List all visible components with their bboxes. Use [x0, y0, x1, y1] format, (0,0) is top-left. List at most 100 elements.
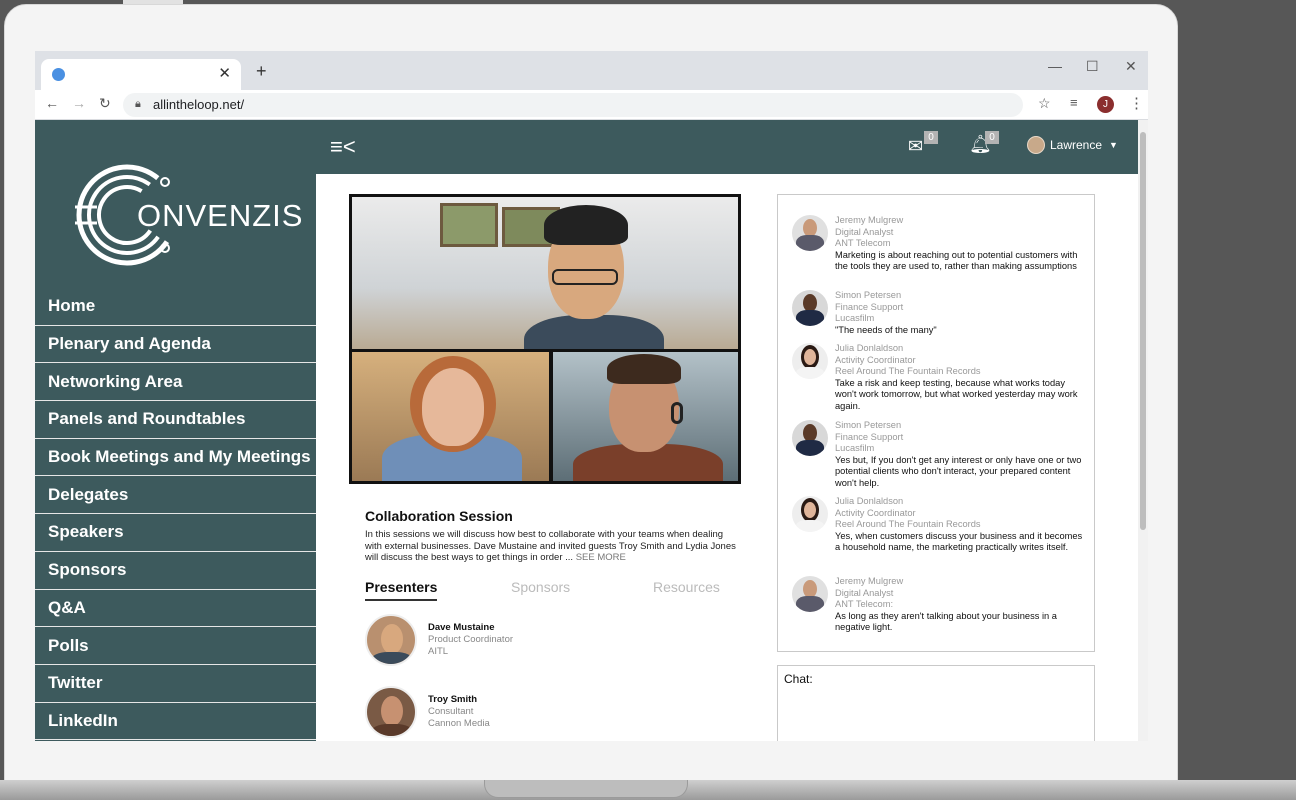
- tab-presenters[interactable]: Presenters: [365, 579, 438, 601]
- see-more-link[interactable]: SEE MORE: [576, 552, 626, 563]
- chat-avatar: [792, 215, 828, 251]
- profile-avatar[interactable]: J: [1097, 96, 1114, 113]
- url-field[interactable]: 🔒︎ allintheloop.net/: [123, 93, 1023, 117]
- sidebar: ONVENZIS Home Plenary and Agenda Network…: [35, 120, 316, 741]
- session-description: In this sessions we will discuss how bes…: [365, 529, 737, 564]
- minimize-icon[interactable]: —: [1048, 58, 1062, 74]
- convenzis-logo[interactable]: ONVENZIS: [75, 160, 302, 270]
- laptop-notch: [484, 780, 688, 798]
- participant-face: [422, 368, 484, 446]
- presenter-name: Dave Mustaine: [428, 622, 495, 633]
- messages-count-badge: 0: [924, 131, 938, 144]
- chat-message-text: Take a risk and keep testing, because wh…: [835, 377, 1078, 411]
- chat-message: Julia Donlaldson Activity Coordinator Re…: [792, 496, 1085, 554]
- participant-hair: [607, 354, 681, 384]
- chat-author-org: Reel Around The Fountain Records: [835, 519, 981, 529]
- chat-avatar: [792, 420, 828, 456]
- sidebar-item-panels-and-roundtables[interactable]: Panels and Roundtables: [35, 401, 316, 439]
- tab-strip: ✕ + — ☐ ✕: [35, 51, 1148, 90]
- session-title: Collaboration Session: [365, 508, 513, 524]
- chat-author-org: Lucasfilm: [835, 313, 875, 323]
- video-tile-main[interactable]: [352, 197, 738, 349]
- user-menu[interactable]: Lawrence ▼: [1027, 136, 1118, 154]
- new-tab-icon[interactable]: +: [256, 61, 267, 82]
- back-icon[interactable]: ←: [45, 95, 59, 111]
- participant-hair: [544, 205, 628, 245]
- chat-message-text: As long as they aren't talking about you…: [835, 610, 1057, 633]
- scrollbar-thumb[interactable]: [1140, 132, 1146, 530]
- presenter-info: Dave Mustaine Product Coordinator AITL: [428, 622, 513, 658]
- notifications-count-badge: 0: [985, 131, 999, 144]
- forward-icon[interactable]: →: [72, 95, 86, 111]
- chat-input[interactable]: Chat:: [777, 665, 1095, 741]
- glasses-icon: [552, 269, 618, 285]
- close-window-icon[interactable]: ✕: [1125, 58, 1137, 75]
- chat-message-text: Marketing is about reaching out to poten…: [835, 249, 1078, 272]
- sidebar-item-qa[interactable]: Q&A: [35, 590, 316, 628]
- sidebar-item-networking-area[interactable]: Networking Area: [35, 363, 316, 402]
- caret-down-icon: ▼: [1109, 140, 1118, 150]
- user-name: Lawrence: [1050, 138, 1103, 152]
- chat-avatar: [792, 343, 828, 379]
- presenter-org: AITL: [428, 646, 449, 657]
- chat-author-name: Jeremy Mulgrew: [835, 215, 904, 225]
- sidebar-item-sponsors[interactable]: Sponsors: [35, 552, 316, 590]
- session-tabs: Presenters Sponsors Resources: [365, 579, 737, 603]
- chat-avatar: [792, 290, 828, 326]
- presenter-card[interactable]: Troy Smith Consultant Cannon Media: [365, 686, 490, 738]
- chat-feed[interactable]: Jeremy Mulgrew Digital Analyst ANT Telec…: [777, 194, 1095, 652]
- envelope-icon[interactable]: ✉: [908, 136, 923, 157]
- close-tab-icon[interactable]: ✕: [218, 64, 231, 82]
- chat-message: Jeremy Mulgrew Digital Analyst ANT Telec…: [792, 215, 1085, 273]
- sidebar-item-plenary-and-agenda[interactable]: Plenary and Agenda: [35, 326, 316, 364]
- sidebar-item-polls[interactable]: Polls: [35, 627, 316, 665]
- chat-message: Julia Donlaldson Activity Coordinator Re…: [792, 343, 1085, 412]
- sidebar-item-delegates[interactable]: Delegates: [35, 476, 316, 515]
- media-control-icon[interactable]: ≡: [1070, 95, 1078, 110]
- maximize-icon[interactable]: ☐: [1086, 58, 1099, 75]
- chat-message-text: "The needs of the many": [835, 324, 937, 335]
- chat-author-name: Jeremy Mulgrew: [835, 576, 904, 586]
- sidebar-nav: Home Plenary and Agenda Networking Area …: [35, 288, 316, 741]
- app-viewport: ONVENZIS Home Plenary and Agenda Network…: [35, 120, 1138, 741]
- chat-author-role: Finance Support: [835, 301, 904, 312]
- sidebar-item-twitter[interactable]: Twitter: [35, 665, 316, 703]
- chat-message: Simon Petersen Finance Support Lucasfilm…: [792, 290, 1085, 336]
- chat-author-name: Julia Donlaldson: [835, 496, 904, 506]
- user-avatar: [1027, 136, 1045, 154]
- browser-menu-icon[interactable]: ⋮: [1129, 94, 1144, 112]
- chat-author-org: Lucasfilm: [835, 443, 875, 453]
- video-tile-right[interactable]: [553, 352, 738, 481]
- wall-picture: [440, 203, 498, 247]
- menu-collapse-icon[interactable]: ≡<: [330, 134, 356, 160]
- sidebar-item-linkedin[interactable]: LinkedIn: [35, 703, 316, 741]
- bookmark-star-icon[interactable]: ☆: [1038, 95, 1051, 112]
- favicon-icon: [52, 68, 65, 81]
- presenter-org: Cannon Media: [428, 718, 490, 729]
- chat-author-name: Julia Donlaldson: [835, 343, 904, 353]
- chat-author-role: Digital Analyst: [835, 226, 894, 237]
- presenter-name: Troy Smith: [428, 694, 478, 705]
- chat-author-org: Reel Around The Fountain Records: [835, 366, 981, 376]
- page-scrollbar[interactable]: [1138, 120, 1148, 741]
- sidebar-item-speakers[interactable]: Speakers: [35, 514, 316, 552]
- sidebar-item-book-meetings[interactable]: Book Meetings and My Meetings: [35, 439, 316, 477]
- video-grid[interactable]: [349, 194, 741, 484]
- url-text: allintheloop.net/: [153, 97, 245, 112]
- sidebar-item-home[interactable]: Home: [35, 288, 316, 326]
- chat-author-role: Finance Support: [835, 431, 904, 442]
- chat-author-org: ANT Telecom: [835, 238, 891, 248]
- reload-icon[interactable]: ↻: [99, 95, 111, 112]
- browser-tab[interactable]: ✕: [41, 59, 241, 90]
- chat-author-role: Activity Coordinator: [835, 507, 916, 518]
- chat-author-role: Activity Coordinator: [835, 354, 916, 365]
- tab-sponsors[interactable]: Sponsors: [511, 579, 570, 595]
- chat-author-org: ANT Telecom:: [835, 599, 894, 609]
- tab-resources[interactable]: Resources: [653, 579, 720, 595]
- browser-window: ✕ + — ☐ ✕ ← → ↻ 🔒︎ allintheloop.net/ ☆ ≡…: [35, 51, 1148, 741]
- participant-body: [524, 315, 664, 349]
- video-tile-left[interactable]: [352, 352, 549, 481]
- presenter-card[interactable]: Dave Mustaine Product Coordinator AITL: [365, 614, 513, 666]
- logo-text: ONVENZIS: [137, 198, 304, 233]
- presenter-avatar: [365, 686, 417, 738]
